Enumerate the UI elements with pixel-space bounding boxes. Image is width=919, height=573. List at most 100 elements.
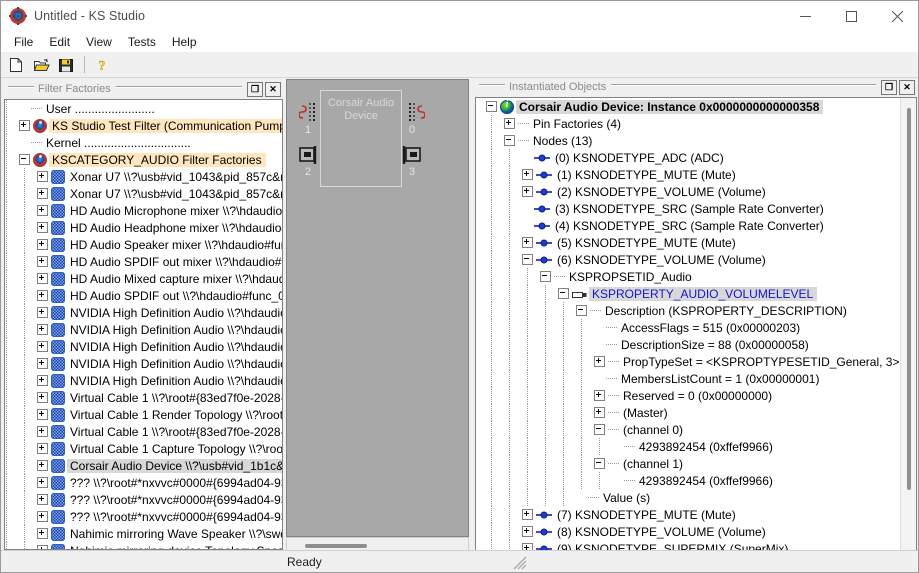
- tree-expand-icon[interactable]: [504, 118, 515, 129]
- tree-row[interactable]: (2) KSNODETYPE_VOLUME (Volume): [476, 183, 899, 200]
- instantiated-objects-vscrollbar[interactable]: [900, 98, 916, 567]
- tree-expand-icon[interactable]: [522, 237, 533, 248]
- tree-row[interactable]: Kernel ................................: [5, 134, 282, 151]
- tree-row[interactable]: (channel 1): [476, 455, 899, 472]
- tree-row[interactable]: Corsair Audio Device: Instance 0x0000000…: [476, 98, 899, 115]
- tree-row[interactable]: Xonar U7 \\?\usb#vid_1043&pid_857c&mi_: [5, 185, 282, 202]
- tree-row[interactable]: (4) KSNODETYPE_SRC (Sample Rate Converte…: [476, 217, 899, 234]
- tree-collapse-icon[interactable]: [540, 271, 551, 282]
- vscroll-thumb[interactable]: [907, 108, 911, 490]
- tree-expand-icon[interactable]: [37, 307, 48, 318]
- tree-row[interactable]: (channel 0): [476, 421, 899, 438]
- tree-collapse-icon[interactable]: [486, 101, 497, 112]
- tree-row[interactable]: Reserved = 0 (0x00000000): [476, 387, 899, 404]
- tree-collapse-icon[interactable]: [19, 154, 30, 165]
- tree-row[interactable]: KS Studio Test Filter (Communication Pum…: [5, 117, 282, 134]
- resize-grip-icon[interactable]: [513, 556, 527, 570]
- tree-expand-icon[interactable]: [37, 392, 48, 403]
- tree-expand-icon[interactable]: [37, 511, 48, 522]
- tree-expand-icon[interactable]: [522, 169, 533, 180]
- tree-row[interactable]: Virtual Cable 1 \\?\root#{83ed7f0e-2028-…: [5, 389, 282, 406]
- tree-expand-icon[interactable]: [37, 460, 48, 471]
- tree-row[interactable]: (Master): [476, 404, 899, 421]
- float-panel-button-right[interactable]: ❐: [881, 79, 897, 95]
- tree-row[interactable]: PropTypeSet = <KSPROPTYPESETID_General, …: [476, 353, 899, 370]
- new-document-button[interactable]: [4, 54, 28, 76]
- tree-row[interactable]: Virtual Cable 1 \\?\root#{83ed7f0e-2028-…: [5, 423, 282, 440]
- tree-expand-icon[interactable]: [37, 409, 48, 420]
- tree-row[interactable]: 4293892454 (0xffef9966): [476, 472, 899, 489]
- open-folder-button[interactable]: [29, 54, 53, 76]
- tree-row[interactable]: KSCATEGORY_AUDIO Filter Factories: [5, 151, 282, 168]
- tree-row[interactable]: Description (KSPROPERTY_DESCRIPTION): [476, 302, 899, 319]
- tree-expand-icon[interactable]: [37, 256, 48, 267]
- tree-row[interactable]: HD Audio SPDIF out \\?\hdaudio#func_01_: [5, 287, 282, 304]
- tree-row[interactable]: Pin Factories (4): [476, 115, 899, 132]
- tree-expand-icon[interactable]: [19, 120, 30, 131]
- tree-row[interactable]: NVIDIA High Definition Audio \\?\hdaudio…: [5, 372, 282, 389]
- tree-row[interactable]: (5) KSNODETYPE_MUTE (Mute): [476, 234, 899, 251]
- menu-tests[interactable]: Tests: [120, 33, 164, 51]
- save-button[interactable]: [54, 54, 78, 76]
- close-button[interactable]: [874, 1, 918, 31]
- tree-row[interactable]: KSPROPERTY_AUDIO_VOLUMELEVEL: [476, 285, 899, 302]
- tree-expand-icon[interactable]: [37, 239, 48, 250]
- filter-node-corsair-audio-device[interactable]: Corsair Audio Device: [320, 90, 402, 187]
- tree-row[interactable]: HD Audio SPDIF out mixer \\?\hdaudio#fun: [5, 253, 282, 270]
- tree-row[interactable]: ??? \\?\root#*nxvvc#0000#{6994ad04-93e: [5, 491, 282, 508]
- tree-expand-icon[interactable]: [37, 171, 48, 182]
- canvas-hscroll-thumb[interactable]: [305, 544, 367, 548]
- pin-connector-3-icon[interactable]: [400, 145, 422, 167]
- tree-collapse-icon[interactable]: [522, 254, 533, 265]
- minimize-button[interactable]: [782, 1, 828, 31]
- tree-row[interactable]: (3) KSNODETYPE_SRC (Sample Rate Converte…: [476, 200, 899, 217]
- float-panel-button[interactable]: ❐: [247, 81, 263, 97]
- tree-row[interactable]: Xonar U7 \\?\usb#vid_1043&pid_857c&mi_: [5, 168, 282, 185]
- tree-expand-icon[interactable]: [522, 526, 533, 537]
- tree-row[interactable]: Nodes (13): [476, 132, 899, 149]
- tree-expand-icon[interactable]: [37, 426, 48, 437]
- panel-grip[interactable]: [8, 86, 34, 92]
- tree-row[interactable]: AccessFlags = 515 (0x00000203): [476, 319, 899, 336]
- tree-row[interactable]: (8) KSNODETYPE_VOLUME (Volume): [476, 523, 899, 540]
- tree-expand-icon[interactable]: [522, 186, 533, 197]
- tree-expand-icon[interactable]: [594, 407, 605, 418]
- graph-canvas[interactable]: Corsair Audio Device 1 0 2 3: [286, 79, 469, 537]
- tree-expand-icon[interactable]: [37, 205, 48, 216]
- tree-expand-icon[interactable]: [594, 356, 605, 367]
- menu-edit[interactable]: Edit: [41, 33, 78, 51]
- tree-row[interactable]: Value (s): [476, 489, 899, 506]
- pin-jagged-1-icon[interactable]: [298, 102, 321, 124]
- tree-row[interactable]: Nahimic mirroring device Topology Speake…: [5, 542, 282, 549]
- tree-expand-icon[interactable]: [37, 443, 48, 454]
- tree-row[interactable]: NVIDIA High Definition Audio \\?\hdaudio…: [5, 321, 282, 338]
- pin-jagged-0-icon[interactable]: [403, 102, 426, 124]
- tree-row[interactable]: 4293892454 (0xffef9966): [476, 438, 899, 455]
- tree-row[interactable]: HD Audio Microphone mixer \\?\hdaudio#fu: [5, 202, 282, 219]
- tree-expand-icon[interactable]: [37, 545, 48, 549]
- tree-row[interactable]: HD Audio Speaker mixer \\?\hdaudio#func_: [5, 236, 282, 253]
- tree-row[interactable]: KSPROPSETID_Audio: [476, 268, 899, 285]
- tree-row[interactable]: User ........................: [5, 100, 282, 117]
- tree-row[interactable]: Virtual Cable 1 Render Topology \\?\root…: [5, 406, 282, 423]
- tree-row[interactable]: HD Audio Mixed capture mixer \\?\hdaudio…: [5, 270, 282, 287]
- tree-row[interactable]: Nahimic mirroring Wave Speaker \\?\swd#c: [5, 525, 282, 542]
- menu-help[interactable]: Help: [164, 33, 205, 51]
- panel-grip-right[interactable]: [479, 84, 505, 90]
- tree-row[interactable]: ??? \\?\root#*nxvvc#0000#{6994ad04-93e: [5, 474, 282, 491]
- tree-expand-icon[interactable]: [37, 290, 48, 301]
- close-panel-button[interactable]: ✕: [265, 81, 281, 97]
- tree-expand-icon[interactable]: [37, 477, 48, 488]
- tree-expand-icon[interactable]: [37, 358, 48, 369]
- tree-expand-icon[interactable]: [37, 494, 48, 505]
- filter-factories-tree[interactable]: User ........................ KS Studio T…: [4, 99, 283, 550]
- maximize-button[interactable]: [828, 1, 874, 31]
- help-button[interactable]: ?: [90, 54, 114, 76]
- tree-collapse-icon[interactable]: [576, 305, 587, 316]
- tree-expand-icon[interactable]: [37, 273, 48, 284]
- tree-expand-icon[interactable]: [37, 528, 48, 539]
- tree-expand-icon[interactable]: [594, 390, 605, 401]
- tree-expand-icon[interactable]: [37, 375, 48, 386]
- tree-expand-icon[interactable]: [37, 188, 48, 199]
- pin-connector-2-icon[interactable]: [299, 145, 321, 167]
